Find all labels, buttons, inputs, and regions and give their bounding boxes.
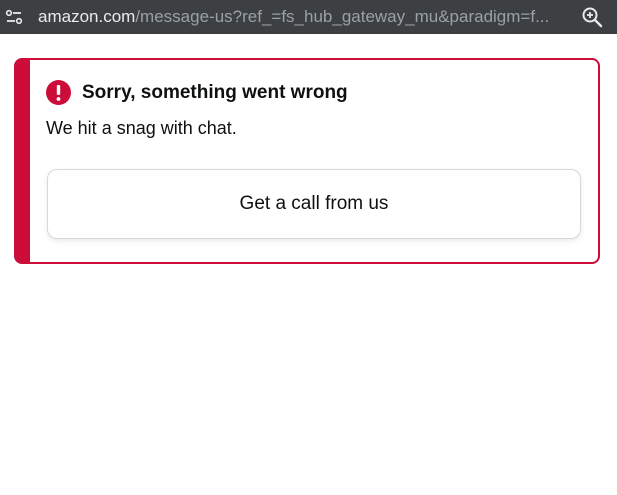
url-path: /message-us?ref_=fs_hub_gateway_mu&parad… bbox=[135, 7, 550, 26]
alert-message: We hit a snag with chat. bbox=[46, 118, 237, 138]
error-alert: Sorry, something went wrong We hit a sna… bbox=[14, 58, 600, 264]
alert-title: Sorry, something went wrong bbox=[82, 81, 348, 103]
url-host: amazon.com bbox=[38, 7, 136, 26]
browser-address-bar[interactable]: amazon.com/message-us?ref_=fs_hub_gatewa… bbox=[0, 0, 617, 34]
alert-header: Sorry, something went wrong bbox=[46, 80, 348, 105]
exclamation-icon bbox=[46, 80, 71, 105]
get-call-button[interactable]: Get a call from us bbox=[47, 169, 581, 239]
zoom-in-icon[interactable] bbox=[581, 6, 603, 28]
url-text[interactable]: amazon.com/message-us?ref_=fs_hub_gatewa… bbox=[38, 7, 570, 27]
tune-icon[interactable] bbox=[4, 7, 24, 27]
